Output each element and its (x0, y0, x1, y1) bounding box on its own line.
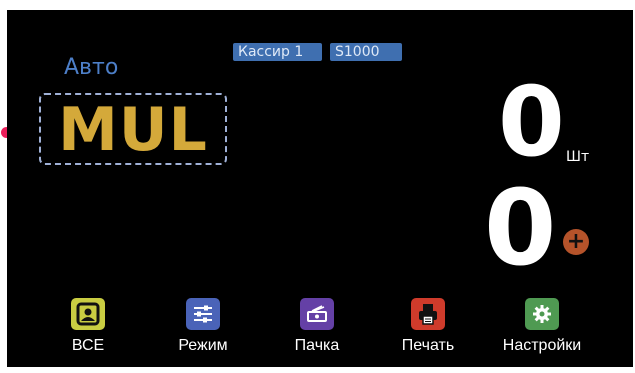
all-button[interactable]: ВСЕ (33, 298, 143, 355)
amount-value: 0 (484, 167, 557, 289)
count-value: 0 (498, 66, 565, 178)
count-unit: Шт (566, 149, 590, 165)
mode-label: Авто (64, 55, 119, 80)
add-button[interactable]: + (563, 229, 589, 255)
portrait-icon (71, 298, 105, 330)
print-button-label: Печать (401, 337, 455, 354)
gear-icon (525, 298, 559, 330)
settings-button[interactable]: Настройки (487, 298, 597, 355)
mode-button[interactable]: Режим (148, 298, 258, 355)
sliders-icon (186, 298, 220, 330)
currency-mode-box[interactable]: MUL (39, 93, 227, 165)
batch-button-label: Пачка (294, 337, 340, 354)
settings-button-label: Настройки (502, 337, 582, 354)
banknote-stack-icon (300, 298, 334, 330)
print-button[interactable]: Печать (373, 298, 483, 355)
printer-icon (411, 298, 445, 330)
model-badge[interactable]: S1000 (330, 43, 402, 61)
cashier-badge[interactable]: Кассир 1 (233, 43, 322, 61)
batch-button[interactable]: Пачка (262, 298, 372, 355)
currency-mode-text: MUL (58, 95, 208, 165)
all-button-label: ВСЕ (71, 337, 105, 354)
mode-button-label: Режим (178, 337, 228, 354)
